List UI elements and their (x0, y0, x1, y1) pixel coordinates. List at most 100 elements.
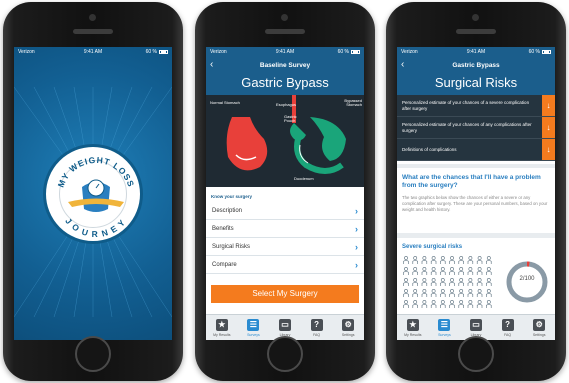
tab-surveys[interactable]: ☰ Surveys (238, 315, 270, 340)
menu-item-label: Benefits (212, 225, 234, 232)
splash-screen: Verizon 9:41 AM 60 % MY WEIGHT LOSS JOUR… (14, 47, 172, 340)
logo-bottom-text: JOURNEY (63, 216, 126, 239)
label-duodenum: Duodenum (294, 176, 314, 181)
home-button[interactable] (458, 336, 494, 372)
person-icon (403, 278, 409, 286)
arrow-down-icon: ↓ (542, 139, 555, 160)
home-button[interactable] (267, 336, 303, 372)
tab-surveys[interactable]: ☰ Surveys (429, 315, 461, 340)
person-icon (458, 300, 464, 308)
phone-baseline: Verizon 9:41 AM 60 % ‹ Baseline Survey G… (195, 2, 375, 381)
person-icon (403, 256, 409, 264)
tab-my-results[interactable]: ★ My Results (397, 315, 429, 340)
menu-item-description[interactable]: Description › (206, 202, 364, 220)
stomach-diagram (226, 95, 346, 174)
person-icon (412, 300, 418, 308)
tab-faq[interactable]: ? FAQ (492, 315, 524, 340)
person-icon (467, 300, 474, 308)
home-button[interactable] (75, 336, 111, 372)
person-icon (403, 289, 409, 297)
back-chevron-icon[interactable]: ‹ (401, 59, 404, 70)
select-surgery-button[interactable]: Select My Surgery (211, 285, 359, 303)
time-label: 9:41 AM (83, 49, 103, 55)
normal-stomach-shape (226, 117, 268, 171)
person-icon (412, 267, 418, 275)
person-icon (476, 267, 483, 275)
person-icon (421, 300, 428, 308)
person-icon (449, 289, 455, 297)
tab-label: FAQ (313, 332, 321, 337)
tab-settings[interactable]: ⚙ Settings (523, 315, 555, 340)
person-icon (421, 267, 428, 275)
label-gastric-pouch: Gastric Pouch (284, 114, 297, 124)
speaker (73, 29, 113, 34)
tab-label: Settings (532, 332, 546, 337)
risk-sections: Personalized estimate of your chances of… (397, 95, 555, 161)
app-logo: MY WEIGHT LOSS JOURNEY (43, 144, 143, 244)
menu-item-benefits[interactable]: Benefits › (206, 220, 364, 238)
speaker (265, 29, 305, 34)
status-bar: Verizon 9:41 AM 60 % (206, 47, 364, 57)
person-icon (412, 278, 418, 286)
person-icon (458, 289, 464, 297)
risk-row-label: Definitions of complications (402, 146, 457, 152)
person-icon (458, 267, 464, 275)
back-chevron-icon[interactable]: ‹ (210, 59, 213, 70)
baseline-screen: Verizon 9:41 AM 60 % ‹ Baseline Survey G… (206, 47, 364, 340)
library-icon: ▭ (469, 318, 482, 331)
question-icon: ? (310, 318, 323, 331)
person-icon (486, 267, 492, 275)
person-icon (403, 267, 409, 275)
people-grid (403, 256, 492, 308)
tab-settings[interactable]: ⚙ Settings (332, 315, 364, 340)
gastric-pouch-shape (290, 123, 306, 141)
risk-row-any[interactable]: Personalized estimate of your chances of… (397, 117, 555, 139)
bypassed-stomach-shape (310, 117, 346, 161)
gear-icon: ⚙ (342, 318, 355, 331)
camera (281, 14, 288, 21)
library-icon: ▭ (278, 318, 291, 331)
section-label: Know your surgery (211, 194, 253, 199)
risk-row-severe[interactable]: Personalized estimate of your chances of… (397, 95, 555, 117)
time-label: 9:41 AM (275, 49, 295, 55)
arrow-down-icon: ↓ (542, 117, 555, 138)
battery-icon (159, 49, 168, 54)
person-icon (458, 256, 464, 264)
person-icon (467, 267, 474, 275)
menu-item-label: Description (212, 207, 243, 214)
person-icon (476, 278, 483, 286)
person-icon (440, 289, 446, 297)
risk-row-definitions[interactable]: Definitions of complications ↓ (397, 139, 555, 161)
menu-item-surgical-risks[interactable]: Surgical Risks › (206, 238, 364, 256)
person-icon (467, 289, 474, 297)
nav-title: Baseline Survey (259, 61, 311, 69)
gear-icon: ⚙ (533, 318, 546, 331)
person-icon (430, 289, 437, 297)
person-icon (486, 300, 492, 308)
list-icon: ☰ (438, 318, 451, 331)
person-icon (476, 289, 483, 297)
person-icon (486, 289, 492, 297)
menu-item-compare[interactable]: Compare › (206, 256, 364, 274)
tab-my-results[interactable]: ★ My Results (206, 315, 238, 340)
question-heading: What are the chances that I'll have a pr… (402, 174, 541, 189)
tab-label: My Results (404, 332, 422, 337)
person-icon (430, 300, 437, 308)
person-icon (421, 256, 428, 264)
person-icon (440, 267, 446, 275)
chevron-right-icon: › (355, 205, 358, 216)
risk-row-label: Personalized estimate of your chances of… (402, 100, 530, 111)
phone-splash: Verizon 9:41 AM 60 % MY WEIGHT LOSS JOUR… (3, 2, 183, 381)
tab-faq[interactable]: ? FAQ (301, 315, 333, 340)
menu-item-label: Surgical Risks (212, 243, 251, 250)
camera (89, 14, 96, 21)
tab-label: Surveys (438, 332, 451, 337)
person-icon (440, 256, 446, 264)
battery-icon (351, 49, 360, 54)
star-icon: ★ (406, 318, 419, 331)
svg-text:JOURNEY: JOURNEY (63, 216, 128, 239)
list-icon: ☰ (247, 318, 260, 331)
speaker (456, 29, 496, 34)
donut-track (506, 261, 548, 303)
person-icon (412, 289, 418, 297)
